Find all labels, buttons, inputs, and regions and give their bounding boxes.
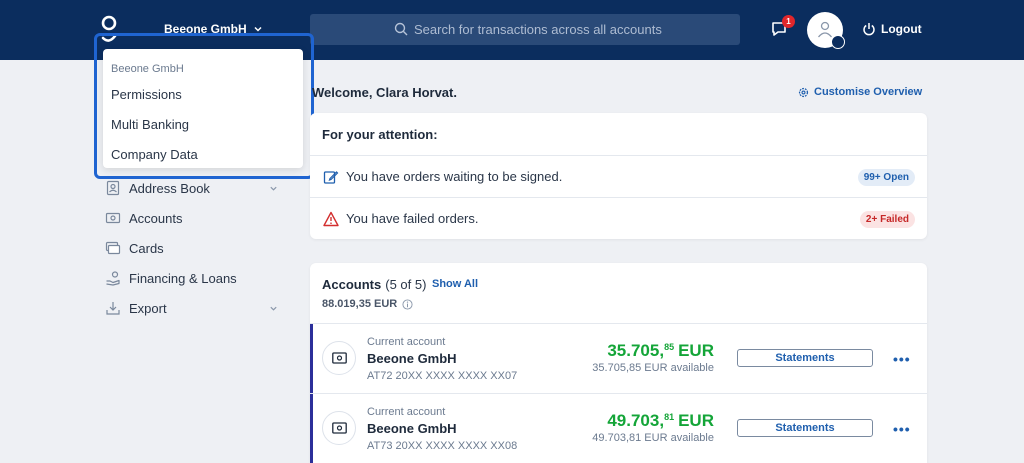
- banknote-icon: [332, 422, 347, 434]
- gear-icon: [798, 87, 809, 97]
- sidebar-item-cards[interactable]: Cards: [105, 238, 280, 258]
- show-all-link[interactable]: Show All: [432, 278, 478, 290]
- balance-currency: EUR: [678, 341, 714, 360]
- logout-button[interactable]: Logout: [862, 22, 922, 36]
- statements-button[interactable]: Statements: [737, 419, 873, 437]
- power-icon: [863, 23, 875, 36]
- sidebar-item-label: Financing & Loans: [129, 270, 237, 286]
- attention-text: You have orders waiting to be signed.: [346, 169, 563, 184]
- chevron-down-icon: [270, 186, 277, 191]
- settings-gear-icon[interactable]: [831, 35, 845, 49]
- accounts-icon: [105, 212, 121, 224]
- sidebar-item-export[interactable]: Export: [105, 298, 280, 318]
- logout-label: Logout: [881, 22, 922, 36]
- balance-cents: 81: [664, 412, 675, 422]
- selected-indicator: [310, 394, 313, 463]
- balance-main: 49.703,: [607, 411, 665, 430]
- accounts-title-label: Accounts: [322, 277, 382, 292]
- statements-button[interactable]: Statements: [737, 349, 873, 367]
- account-type: Current account: [367, 336, 446, 348]
- accounts-card: Accounts (5 of 5) Show All 88.019,35 EUR …: [310, 263, 927, 463]
- customise-overview-link[interactable]: Customise Overview: [798, 86, 922, 98]
- sidebar-item-label: Export: [129, 300, 167, 316]
- search-bar[interactable]: [310, 14, 740, 45]
- menu-item-multi-banking[interactable]: Multi Banking: [111, 117, 189, 132]
- sidebar-item-label: Cards: [129, 240, 164, 256]
- available-balance: 35.705,85 EUR available: [592, 362, 714, 374]
- search-input[interactable]: [414, 22, 734, 37]
- company-dropdown-menu: Beeone GmbH Permissions Multi Banking Co…: [103, 49, 303, 168]
- financing-icon: [106, 271, 120, 286]
- accounts-total: 88.019,35 EUR: [322, 298, 413, 310]
- banknote-icon: [332, 352, 347, 364]
- address-book-icon: [106, 180, 120, 196]
- balance-currency: EUR: [678, 411, 714, 430]
- sidebar-item-label: Accounts: [129, 210, 183, 226]
- dropdown-header: Beeone GmbH: [111, 63, 184, 75]
- sidebar-item-address-book[interactable]: Address Book: [105, 178, 280, 198]
- account-row[interactable]: Current account Beeone GmbH AT73 20XX XX…: [310, 393, 927, 463]
- chevron-down-icon: [270, 306, 277, 311]
- account-icon-circle: [322, 411, 356, 445]
- accounts-title: Accounts (5 of 5): [322, 277, 426, 292]
- info-icon[interactable]: [402, 298, 413, 310]
- attention-card: For your attention: You have orders wait…: [310, 113, 927, 239]
- account-row[interactable]: Current account Beeone GmbH AT72 20XX XX…: [310, 323, 927, 394]
- attention-text: You have failed orders.: [346, 211, 479, 226]
- accounts-total-value: 88.019,35 EUR: [322, 298, 398, 310]
- notification-badge: 1: [782, 15, 795, 28]
- available-balance: 49.703,81 EUR available: [592, 432, 714, 444]
- attention-title: For your attention:: [322, 127, 438, 142]
- cards-icon: [105, 241, 121, 255]
- sidebar-item-label: Address Book: [129, 180, 210, 196]
- selected-indicator: [310, 324, 313, 394]
- user-icon: [817, 21, 833, 38]
- account-icon-circle: [322, 341, 356, 375]
- account-iban: AT72 20XX XXXX XXXX XX07: [367, 370, 518, 382]
- account-balance: 49.703, 81 EUR: [607, 411, 714, 431]
- attention-row-orders-to-sign[interactable]: You have orders waiting to be signed. 99…: [310, 155, 927, 197]
- account-iban: AT73 20XX XXXX XXXX XX08: [367, 440, 518, 452]
- more-options-icon[interactable]: •••: [893, 351, 911, 367]
- search-icon: [394, 22, 408, 36]
- attention-row-failed-orders[interactable]: You have failed orders. 2+ Failed: [310, 197, 927, 239]
- sidebar-item-accounts[interactable]: Accounts: [105, 208, 280, 228]
- status-badge-open: 99+ Open: [857, 169, 915, 186]
- sidebar-item-financing-loans[interactable]: Financing & Loans: [105, 268, 280, 288]
- menu-item-permissions[interactable]: Permissions: [111, 87, 182, 102]
- balance-cents: 85: [664, 342, 675, 352]
- export-icon: [106, 302, 120, 315]
- warning-icon: [323, 211, 339, 226]
- account-balance: 35.705, 85 EUR: [607, 341, 714, 361]
- account-type: Current account: [367, 406, 446, 418]
- accounts-count: (5 of 5): [385, 277, 427, 292]
- customise-label: Customise Overview: [814, 86, 923, 98]
- menu-item-company-data[interactable]: Company Data: [111, 147, 198, 162]
- balance-main: 35.705,: [607, 341, 665, 360]
- welcome-heading: Welcome, Clara Horvat.: [312, 85, 457, 100]
- account-name: Beeone GmbH: [367, 351, 457, 366]
- edit-icon: [323, 170, 339, 184]
- more-options-icon[interactable]: •••: [893, 421, 911, 437]
- account-name: Beeone GmbH: [367, 421, 457, 436]
- status-badge-failed: 2+ Failed: [859, 211, 915, 228]
